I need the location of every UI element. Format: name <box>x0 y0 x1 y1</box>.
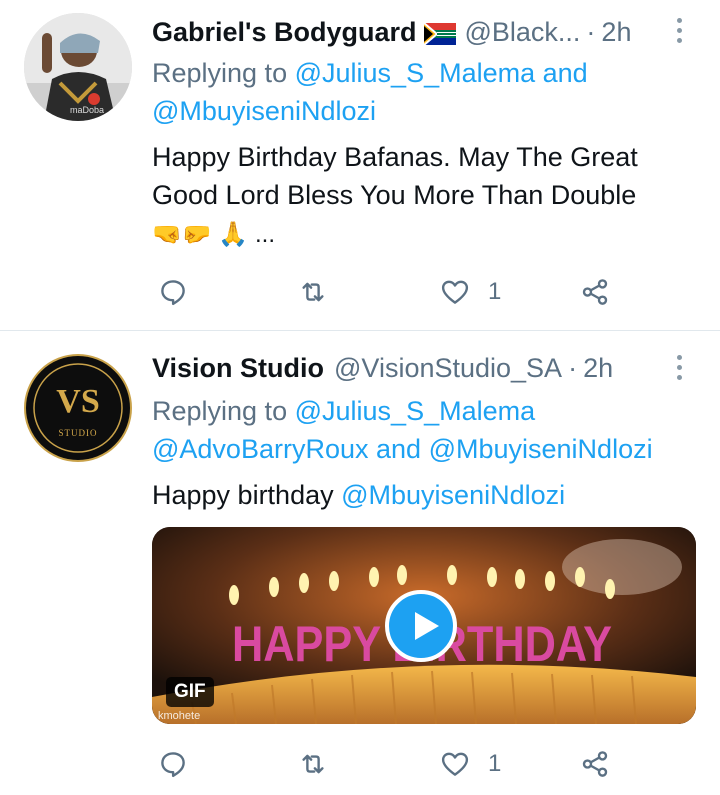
like-button[interactable]: 1 <box>440 272 501 312</box>
replying-to-line: @AdvoBarryRoux and @MbuyiseniNdlozi <box>152 430 653 468</box>
retweet-icon <box>302 282 324 302</box>
replying-to-and[interactable]: and <box>376 434 421 464</box>
tweet[interactable]: maDoba Gabriel's Bodyguard @Black... · 2… <box>0 0 720 330</box>
more-options-icon[interactable] <box>670 353 690 383</box>
tweet-header: Gabriel's Bodyguard @Black... · 2h <box>152 12 631 52</box>
heart-icon <box>441 752 469 776</box>
user-handle[interactable]: @VisionStudio_SA <box>334 353 562 384</box>
reply-icon <box>161 280 185 306</box>
separator-dot: · <box>586 16 596 47</box>
like-count: 1 <box>488 278 502 305</box>
south-africa-flag-icon <box>423 21 457 46</box>
tweet-header: Vision Studio @VisionStudio_SA · 2h <box>152 348 613 388</box>
separator-dot: · <box>568 352 578 383</box>
gif-media[interactable]: HAPPY BIRTHDAY GIF kmohete <box>152 527 696 724</box>
tweet-text-line: Happy birthday @MbuyiseniNdlozi <box>152 476 565 514</box>
replying-to-label: Replying to <box>152 58 288 88</box>
tweet-actions: 1 <box>152 744 672 784</box>
mention-link[interactable]: @MbuyiseniNdlozi <box>152 96 376 126</box>
replying-to-line: @MbuyiseniNdlozi <box>152 92 376 130</box>
replying-to-and[interactable]: and <box>543 58 588 88</box>
display-name[interactable]: Gabriel's Bodyguard <box>152 17 416 48</box>
more-options-icon[interactable] <box>670 16 690 46</box>
avatar[interactable]: VS STUDIO <box>24 354 132 462</box>
avatar-initials: VS <box>56 383 99 420</box>
gif-watermark: kmohete <box>158 710 201 722</box>
gif-badge: GIF <box>166 677 214 707</box>
tweet-emoji-line: 🤜🤛 🙏 ... <box>152 221 275 248</box>
replying-to-label: Replying to <box>152 396 288 426</box>
heart-icon <box>441 280 469 304</box>
retweet-button[interactable] <box>298 272 346 312</box>
display-name[interactable]: Vision Studio <box>152 353 324 384</box>
tweet-text-line: Happy Birthday Bafanas. May The Great <box>152 142 638 172</box>
tweet-text-line: Good Lord Bless You More Than Double <box>152 180 637 210</box>
tweet-text: Happy birthday <box>152 480 334 510</box>
replying-to-line: Replying to @Julius_S_Malema <box>152 392 535 430</box>
tweet-actions: 1 <box>152 272 672 312</box>
share-button[interactable] <box>580 744 610 784</box>
avatar-subtext: STUDIO <box>59 428 98 438</box>
reply-button[interactable] <box>158 744 188 784</box>
share-icon <box>582 279 608 305</box>
avatar[interactable]: maDoba <box>24 13 132 121</box>
mention-link[interactable]: @MbuyiseniNdlozi <box>429 434 653 464</box>
user-handle[interactable]: @Black... <box>464 17 580 48</box>
like-count: 1 <box>488 750 502 777</box>
mention-link[interactable]: @Julius_S_Malema <box>295 58 536 88</box>
mention-link[interactable]: @AdvoBarryRoux <box>152 434 369 464</box>
reply-icon <box>161 752 185 778</box>
mention-link[interactable]: @Julius_S_Malema <box>295 396 536 426</box>
reply-button[interactable] <box>158 272 206 312</box>
replying-to-line: Replying to @Julius_S_Malema and <box>152 54 588 92</box>
share-icon <box>582 751 608 777</box>
timestamp[interactable]: 2h <box>583 353 613 384</box>
retweet-icon <box>302 754 324 774</box>
mention-link[interactable]: @MbuyiseniNdlozi <box>341 480 565 510</box>
play-button-icon[interactable] <box>385 590 457 662</box>
retweet-button[interactable] <box>298 744 328 784</box>
share-button[interactable] <box>580 272 610 312</box>
tweet[interactable]: VS STUDIO Vision Studio @VisionStudio_SA… <box>0 331 720 795</box>
timestamp[interactable]: 2h <box>601 17 631 48</box>
like-button[interactable]: 1 <box>440 744 501 784</box>
svg-text:maDoba: maDoba <box>70 105 104 115</box>
